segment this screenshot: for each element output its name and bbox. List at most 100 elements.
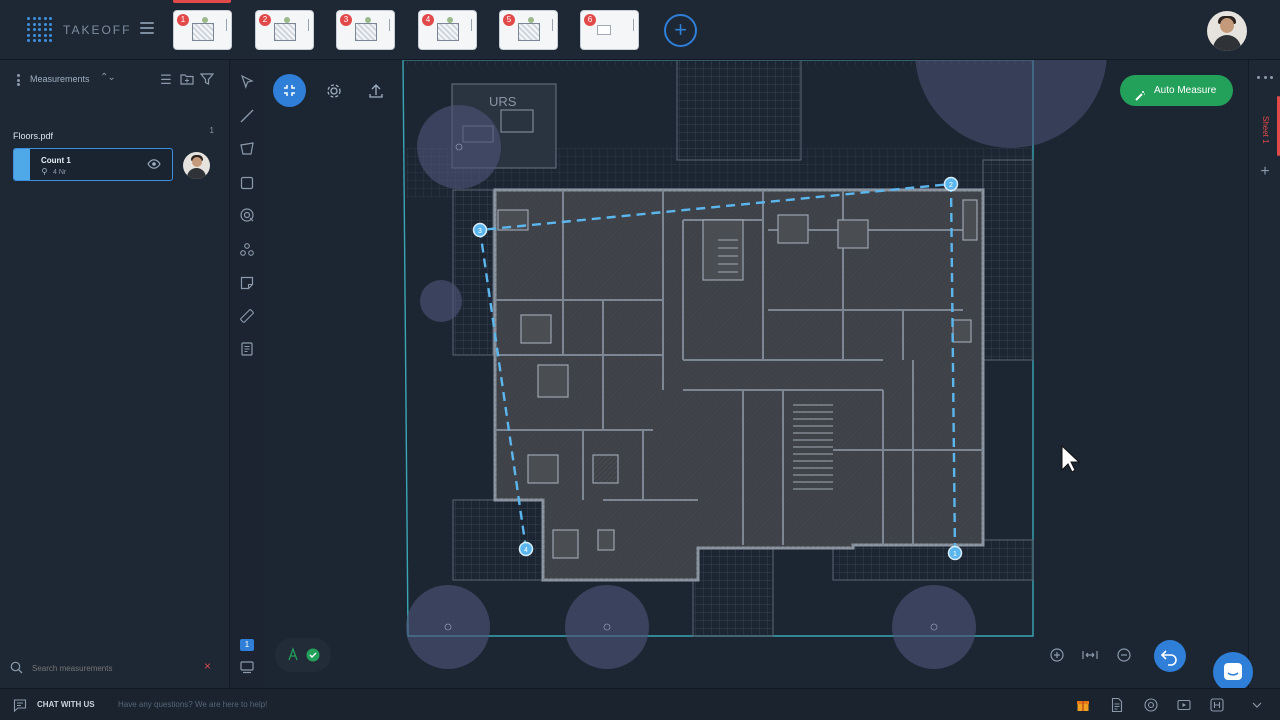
thumb-plan bbox=[437, 23, 459, 41]
list-settings-icon[interactable]: ☰ bbox=[158, 72, 174, 88]
select-icon[interactable] bbox=[239, 74, 255, 90]
room-label-urs: URS bbox=[489, 94, 517, 109]
logo-grid-icon bbox=[27, 17, 53, 43]
chat-launcher-button[interactable] bbox=[1213, 652, 1253, 692]
target-icon[interactable] bbox=[239, 207, 255, 223]
measurement-search: × bbox=[0, 658, 230, 680]
zoom-out-icon[interactable] bbox=[1114, 645, 1134, 665]
measurement-color-swatch bbox=[14, 149, 30, 180]
sheet-number-badge: 1 bbox=[177, 14, 189, 26]
folder-icon[interactable] bbox=[179, 72, 195, 88]
filter-icon[interactable] bbox=[199, 72, 215, 88]
avatar-body bbox=[187, 168, 206, 179]
active-sheet-indicator bbox=[173, 0, 231, 3]
kebab-menu-icon[interactable] bbox=[17, 74, 20, 86]
zoom-in-icon[interactable] bbox=[1047, 645, 1067, 665]
sheet-thumbnail-1[interactable]: 1 bbox=[173, 10, 232, 50]
thumb-side bbox=[471, 19, 472, 31]
bottom-bar: CHAT WITH US Have any questions? We are … bbox=[0, 688, 1280, 720]
measurement-name: Count 1 bbox=[41, 156, 71, 165]
sheet-thumbnail-4[interactable]: 4 bbox=[418, 10, 477, 50]
clear-search-icon[interactable]: × bbox=[204, 659, 211, 673]
collapse-view-button[interactable] bbox=[273, 74, 306, 107]
point-label: 4 bbox=[524, 547, 528, 554]
auto-measure-button[interactable]: Auto Measure bbox=[1120, 75, 1233, 106]
count-point-3[interactable]: 3 bbox=[472, 222, 488, 238]
mouse-cursor bbox=[1061, 444, 1081, 473]
sheet-number-badge: 6 bbox=[584, 14, 596, 26]
more-options-icon[interactable] bbox=[1257, 76, 1273, 80]
point-label: 1 bbox=[953, 551, 957, 558]
measurement-item-count-1[interactable]: Count 1 4 Nr bbox=[13, 148, 173, 181]
top-bar: TAKEOFF 1 2 3 4 5 6 + bbox=[0, 0, 1280, 60]
measurement-value: 4 Nr bbox=[53, 169, 67, 176]
ruler-icon[interactable] bbox=[239, 308, 255, 324]
file-count: 1 bbox=[209, 126, 214, 135]
document-icon[interactable] bbox=[1109, 697, 1125, 713]
thumb-plan bbox=[355, 23, 377, 41]
message-icon[interactable] bbox=[13, 698, 27, 713]
magic-wand-icon bbox=[1134, 84, 1146, 101]
thumb-side bbox=[633, 19, 634, 31]
search-icon bbox=[10, 661, 23, 674]
avatar-head bbox=[192, 157, 202, 167]
sheet-number-badge: 5 bbox=[503, 14, 515, 26]
menu-icon[interactable] bbox=[140, 22, 154, 34]
rectangle-icon[interactable] bbox=[239, 175, 255, 191]
drawing-toolbar: 1 bbox=[231, 60, 263, 688]
measurement-detail: 4 Nr bbox=[41, 168, 66, 176]
help-h-icon[interactable] bbox=[1209, 697, 1225, 713]
line-icon[interactable] bbox=[239, 108, 255, 124]
search-input[interactable] bbox=[32, 660, 192, 676]
right-rail: Sheet 1 + bbox=[1248, 60, 1280, 688]
sheet-tab[interactable]: Sheet 1 bbox=[1255, 110, 1275, 150]
chat-with-us-link[interactable]: CHAT WITH US bbox=[37, 700, 95, 709]
note-icon[interactable] bbox=[239, 275, 255, 291]
gift-icon[interactable] bbox=[1075, 697, 1091, 713]
undo-button[interactable] bbox=[1154, 640, 1186, 672]
settings-gear-icon[interactable] bbox=[320, 77, 348, 105]
thumb-side bbox=[308, 19, 309, 31]
thumb-plan bbox=[518, 23, 540, 41]
support-icon[interactable] bbox=[1143, 697, 1159, 713]
count-icon[interactable] bbox=[239, 242, 255, 258]
file-row[interactable]: Floors.pdf 1 bbox=[13, 126, 218, 141]
logo[interactable]: TAKEOFF bbox=[27, 17, 131, 43]
thumb-side bbox=[552, 19, 553, 31]
count-point-4[interactable]: 4 bbox=[518, 541, 534, 557]
sheet-thumbnail-5[interactable]: 5 bbox=[499, 10, 558, 50]
panel-title: Measurements bbox=[30, 74, 90, 84]
thumb-side bbox=[226, 19, 227, 31]
sheet-thumbnail-2[interactable]: 2 bbox=[255, 10, 314, 50]
add-tab-icon[interactable]: + bbox=[1257, 164, 1273, 180]
video-icon[interactable] bbox=[1176, 697, 1192, 713]
takeoff-app: TAKEOFF 1 2 3 4 5 6 + Measurements ⌃⌄ ☰ … bbox=[0, 0, 1280, 720]
sheet-number-badge: 2 bbox=[259, 14, 271, 26]
layer-count-badge: 1 bbox=[240, 639, 254, 651]
export-icon[interactable] bbox=[362, 77, 390, 105]
display-icon[interactable] bbox=[239, 659, 255, 675]
area-icon[interactable] bbox=[239, 141, 255, 157]
thumb-plan bbox=[597, 25, 611, 35]
thumb-plan bbox=[274, 23, 296, 41]
floor-plan-drawing: URS 1 2 3 4 bbox=[402, 60, 1107, 669]
eye-icon[interactable] bbox=[147, 157, 161, 171]
user-avatar[interactable] bbox=[1207, 11, 1247, 51]
measurement-owner-avatar bbox=[183, 152, 210, 179]
chevron-down-icon[interactable] bbox=[1249, 697, 1265, 713]
count-point-1[interactable]: 1 bbox=[947, 545, 963, 561]
expand-collapse-icon[interactable]: ⌃⌄ bbox=[100, 72, 116, 83]
sheet-thumbnail-6[interactable]: 6 bbox=[580, 10, 639, 50]
sheet-thumbnail-3[interactable]: 3 bbox=[336, 10, 395, 50]
count-point-2[interactable]: 2 bbox=[943, 176, 959, 192]
auto-measure-label: Auto Measure bbox=[1154, 85, 1217, 96]
add-sheet-button[interactable]: + bbox=[664, 14, 697, 47]
point-label: 3 bbox=[478, 228, 482, 235]
drawing-canvas[interactable]: URS 1 2 3 4 Auto Measure bbox=[263, 60, 1248, 688]
thumb-plan bbox=[192, 23, 214, 41]
legend-icon[interactable] bbox=[239, 341, 255, 357]
snap-status[interactable] bbox=[275, 638, 331, 672]
pin-icon bbox=[42, 168, 47, 175]
fit-width-icon[interactable] bbox=[1080, 645, 1100, 665]
undo-icon bbox=[1160, 650, 1177, 666]
